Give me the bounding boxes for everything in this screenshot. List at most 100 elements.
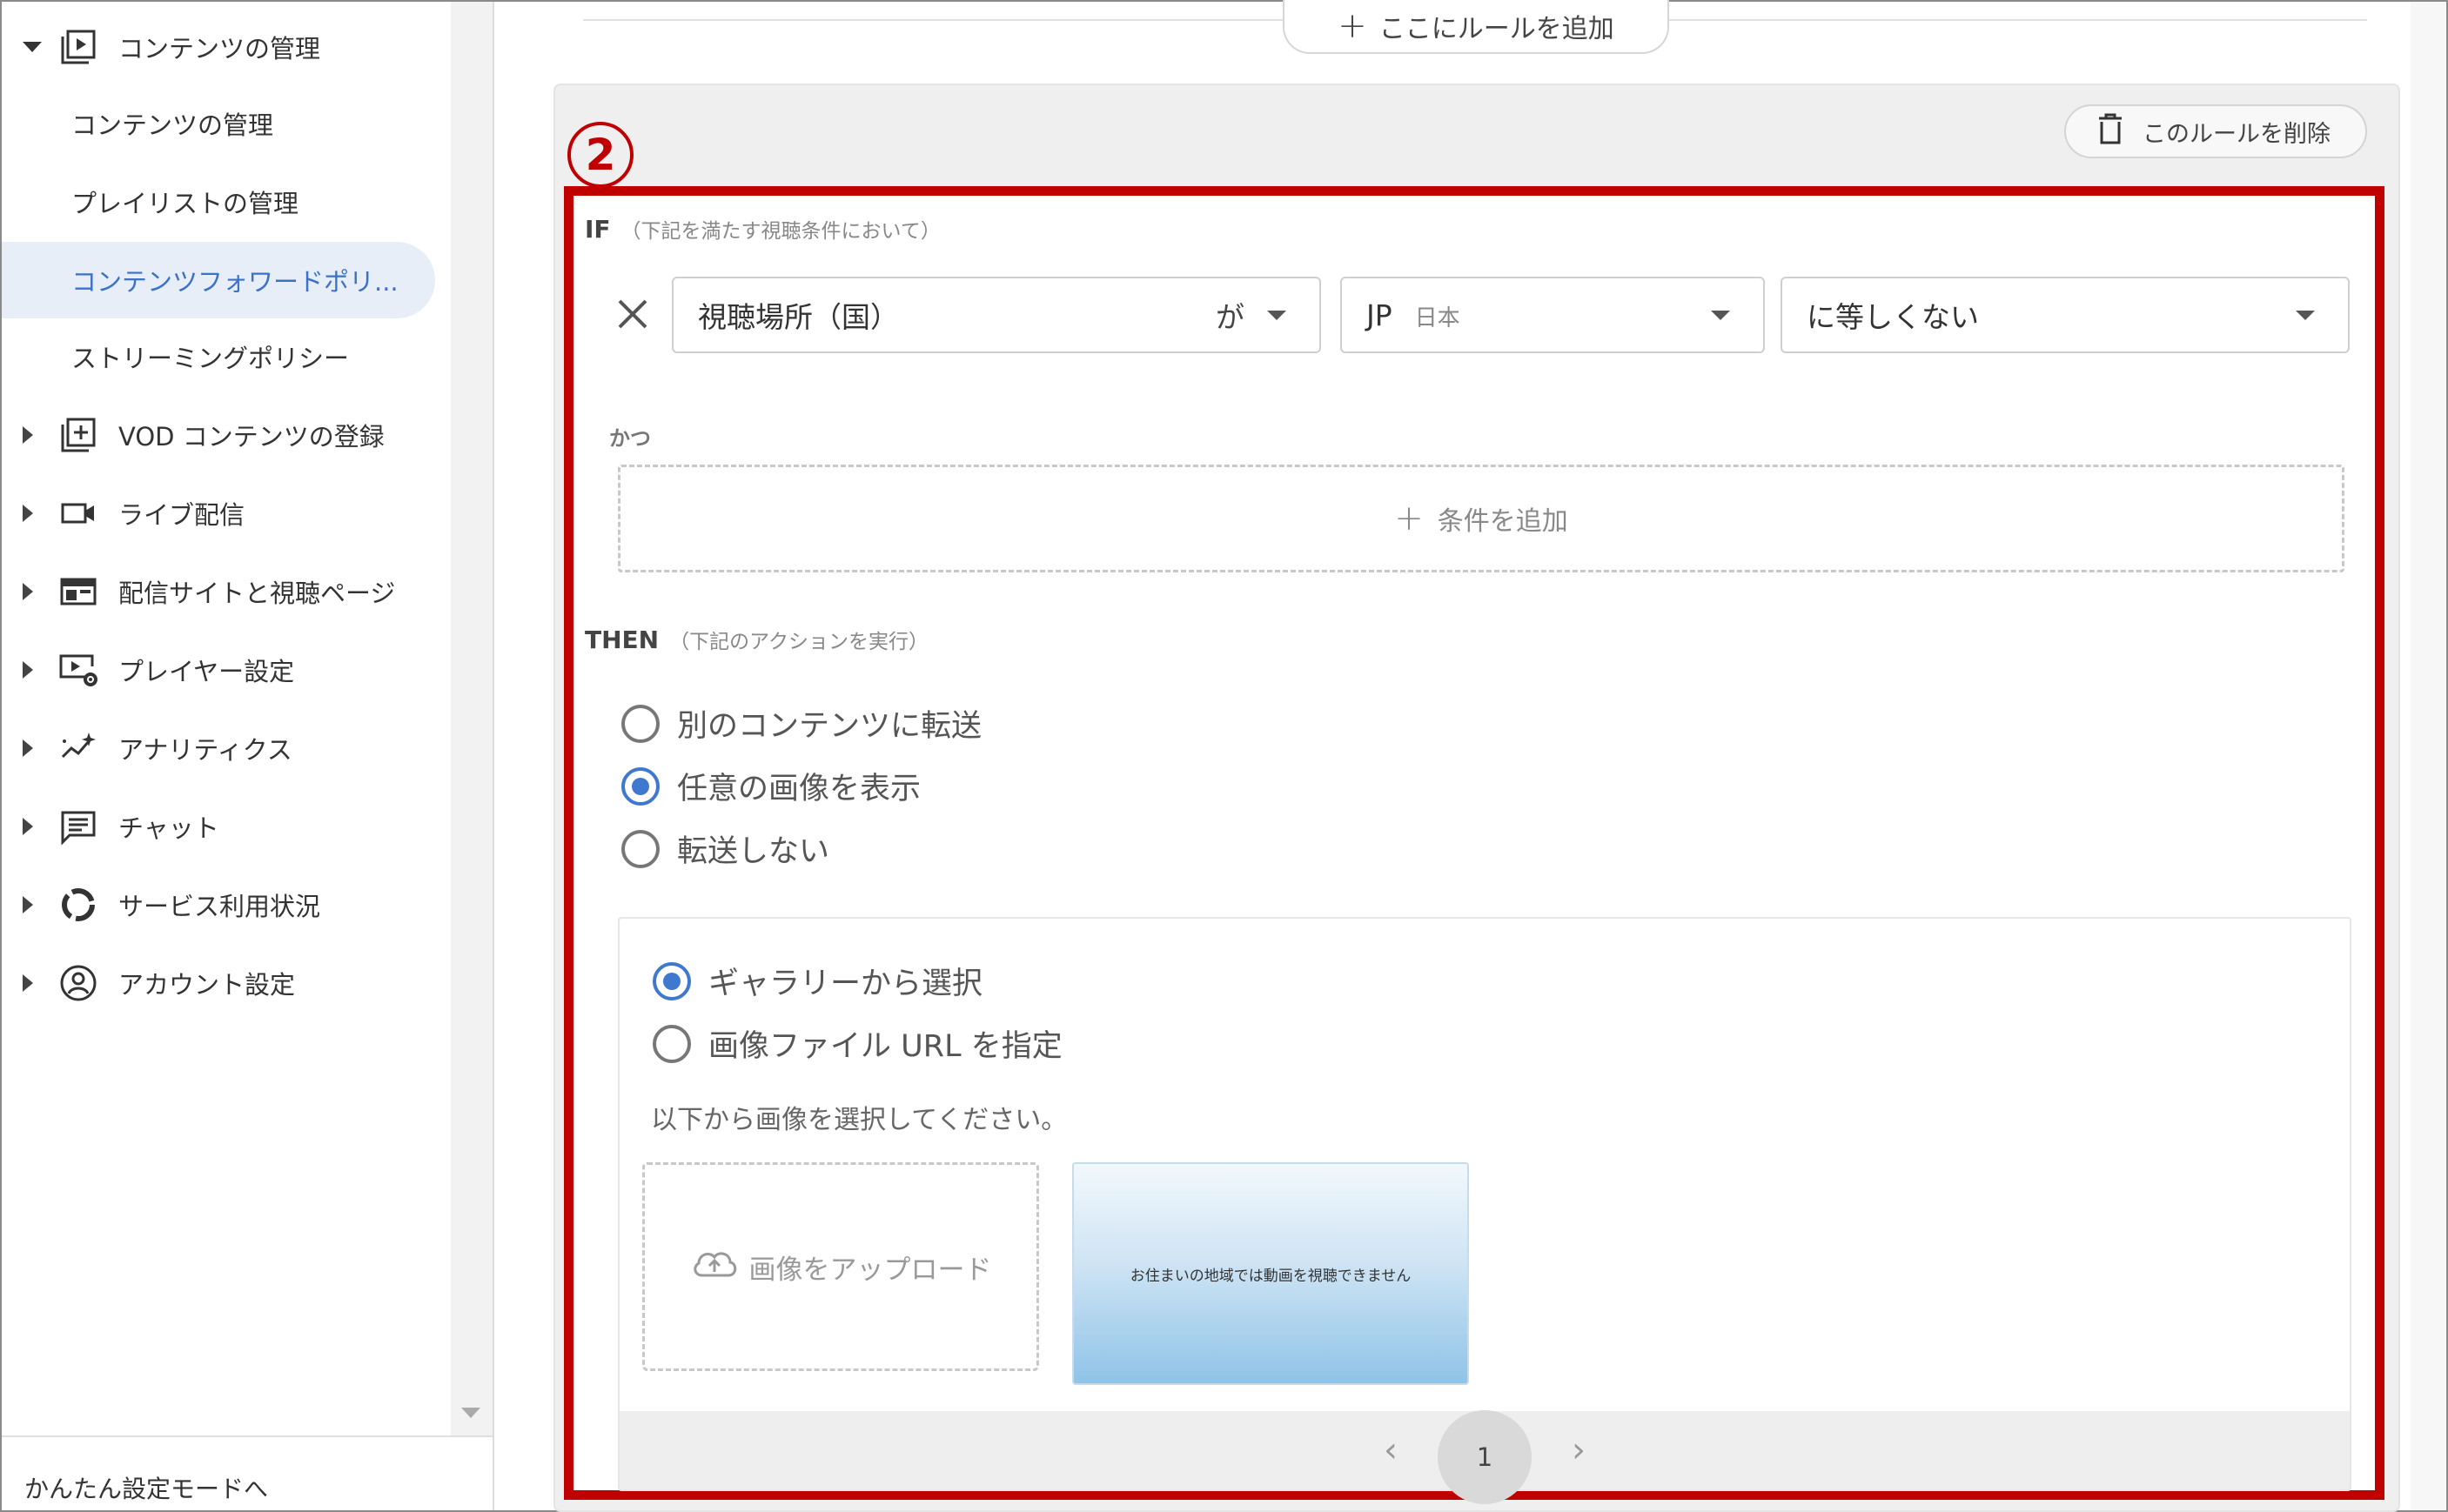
delete-rule-button[interactable]: このルールを削除: [2064, 104, 2367, 158]
sidebar-item-label: コンテンツの管理: [71, 110, 274, 140]
sidebar-section-label: サービス利用状況: [118, 892, 321, 921]
sidebar-section-vod-register[interactable]: VOD コンテンツの登録: [2, 397, 437, 473]
main-scrollbar[interactable]: [2411, 2, 2445, 1510]
image-select-instruction: 以下から画像を選択してください。: [651, 1105, 1068, 1135]
sidebar-section-content-management[interactable]: コンテンツの管理: [2, 9, 437, 85]
sidebar-section-label: 配信サイトと視聴ページ: [118, 579, 396, 608]
video-camera-icon: [57, 492, 99, 534]
action-label: 転送しない: [677, 834, 830, 869]
sidebar-footer-divider: [2, 1435, 493, 1437]
condition-field-select[interactable]: 視聴場所（国） が: [672, 277, 1321, 353]
cloud-upload-icon: [690, 1246, 739, 1288]
radio-unchecked-icon: [621, 704, 660, 743]
action-radio-show-image[interactable]: 任意の画像を表示: [621, 764, 921, 808]
sidebar-item-playlist-management[interactable]: プレイリストの管理: [2, 164, 435, 240]
upload-image-button[interactable]: 画像をアップロード: [642, 1162, 1039, 1371]
sidebar-section-label: VOD コンテンツの登録: [118, 422, 385, 452]
expand-right-icon: [23, 505, 33, 522]
image-source-label: 画像ファイル URL を指定: [708, 1029, 1063, 1064]
thumbnail-caption: お住まいの地域では動画を視聴できません: [1130, 1267, 1412, 1285]
sidebar-scrollbar[interactable]: [451, 2, 493, 1435]
radio-checked-icon: [653, 961, 691, 1000]
chevron-down-icon: [1711, 310, 1730, 320]
sidebar-section-player-settings[interactable]: プレイヤー設定: [2, 632, 437, 708]
then-label: THEN: [585, 626, 660, 654]
sidebar-item-streaming-policy[interactable]: ストリーミングポリシー: [2, 318, 435, 395]
chevron-right-icon[interactable]: ›: [1553, 1430, 1605, 1470]
add-rule-here-button[interactable]: + ここにルールを追加: [1283, 0, 1669, 54]
add-condition-button[interactable]: + 条件を追加: [618, 465, 2344, 572]
gallery-image-thumbnail[interactable]: お住まいの地域では動画を視聴できません: [1072, 1162, 1469, 1385]
easy-mode-link[interactable]: かんたん設定モードへ: [24, 1470, 268, 1505]
sidebar-section-label: アカウント設定: [118, 970, 296, 1000]
expand-right-icon: [23, 818, 33, 835]
country-code: JP: [1366, 298, 1392, 332]
image-source-url[interactable]: 画像ファイル URL を指定: [653, 1021, 1063, 1066]
add-rule-here-label: ここにルールを追加: [1378, 14, 1614, 44]
and-label: かつ: [609, 426, 651, 451]
sidebar-section-analytics[interactable]: アナリティクス: [2, 710, 437, 786]
usage-donut-icon: [57, 884, 99, 926]
scroll-down-icon[interactable]: [461, 1408, 480, 1418]
plus-icon: +: [1338, 6, 1367, 46]
remove-condition-icon[interactable]: [614, 296, 651, 332]
sidebar-section-label: コンテンツの管理: [118, 34, 321, 64]
condition-particle: が: [1216, 300, 1244, 334]
sidebar-divider: [493, 2, 494, 1510]
web-layout-icon: [57, 571, 99, 612]
country-select[interactable]: JP 日本: [1340, 277, 1765, 353]
expand-right-icon: [23, 583, 33, 600]
radio-unchecked-icon: [653, 1024, 691, 1063]
sidebar-item-label: コンテンツフォワードポリ...: [71, 267, 399, 297]
chevron-left-icon[interactable]: ‹: [1365, 1430, 1417, 1470]
upload-image-label: 画像をアップロード: [748, 1254, 992, 1286]
then-hint: （下記のアクションを実行）: [669, 631, 929, 653]
sidebar-section-label: ライブ配信: [118, 500, 245, 530]
expand-right-icon: [23, 896, 33, 913]
if-section-label: IF （下記を満たす視聴条件において）: [585, 214, 941, 244]
pagination: ‹ 1 ›: [620, 1410, 2350, 1504]
image-source-gallery[interactable]: ギャラリーから選択: [653, 959, 983, 1003]
operator-select[interactable]: に等しくない: [1781, 277, 2350, 353]
chat-icon: [57, 806, 99, 847]
page-number-button[interactable]: 1: [1438, 1410, 1532, 1504]
content-play-icon: [57, 26, 99, 68]
plus-icon: +: [1394, 498, 1424, 539]
if-label: IF: [585, 215, 611, 244]
sidebar-section-live[interactable]: ライブ配信: [2, 475, 437, 552]
sidebar-item-label: プレイリストの管理: [71, 189, 299, 218]
radio-unchecked-icon: [621, 829, 660, 868]
delete-rule-label: このルールを削除: [2143, 120, 2331, 148]
expand-right-icon: [23, 661, 33, 679]
account-icon: [57, 962, 99, 1004]
action-label: 別のコンテンツに転送: [677, 709, 983, 744]
add-condition-label: 条件を追加: [1437, 506, 1568, 537]
trash-icon: [2097, 112, 2123, 151]
sidebar-section-account-settings[interactable]: アカウント設定: [2, 945, 437, 1021]
sidebar-item-content-management[interactable]: コンテンツの管理: [2, 85, 435, 162]
action-label: 任意の画像を表示: [677, 772, 922, 806]
country-name: 日本: [1414, 304, 1460, 331]
sidebar-item-content-forward-policy[interactable]: コンテンツフォワードポリ...: [2, 242, 435, 318]
chevron-down-icon: [2296, 310, 2315, 320]
sidebar-section-label: プレイヤー設定: [118, 657, 295, 686]
sidebar: コンテンツの管理 コンテンツの管理 プレイリストの管理 コンテンツフォワードポリ…: [2, 2, 451, 1510]
operator-value: に等しくない: [1807, 300, 1979, 334]
expand-right-icon: [23, 974, 33, 992]
sidebar-section-service-usage[interactable]: サービス利用状況: [2, 866, 437, 943]
condition-field-value: 視聴場所（国）: [698, 300, 899, 334]
if-hint: （下記を満たす視聴条件において）: [620, 220, 941, 243]
action-radio-no-forward[interactable]: 転送しない: [621, 826, 829, 871]
chevron-down-icon: [1267, 310, 1286, 320]
sidebar-section-chat[interactable]: チャット: [2, 788, 437, 865]
sidebar-section-distribution-site[interactable]: 配信サイトと視聴ページ: [2, 553, 437, 630]
expand-right-icon: [23, 739, 33, 757]
add-box-icon: [57, 414, 99, 456]
expand-down-icon: [23, 42, 42, 52]
annotation-number-badge: 2: [567, 122, 634, 188]
then-section-label: THEN （下記のアクションを実行）: [585, 625, 929, 654]
action-radio-forward[interactable]: 別のコンテンツに転送: [621, 701, 982, 746]
analytics-icon: [57, 727, 99, 769]
sidebar-section-label: チャット: [118, 813, 219, 843]
player-settings-icon: [57, 649, 99, 691]
